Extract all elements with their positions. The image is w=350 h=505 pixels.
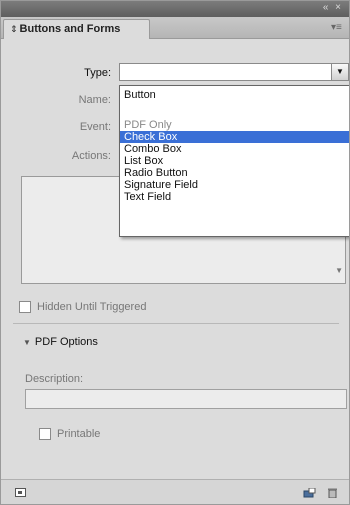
- pdf-options-header[interactable]: ▼ PDF Options: [23, 336, 98, 348]
- pdf-options-title: PDF Options: [34, 336, 98, 348]
- panel-menu-icon[interactable]: ▾≡: [331, 22, 343, 33]
- dropdown-item-text-field[interactable]: Text Field: [120, 191, 349, 203]
- window-controls[interactable]: « ×: [323, 2, 343, 13]
- description-label: Description:: [25, 373, 84, 385]
- dropdown-item-check-box[interactable]: Check Box: [120, 131, 349, 143]
- printable-label: Printable: [57, 428, 101, 440]
- panel-title-bar[interactable]: « ×: [1, 1, 349, 17]
- divider: [13, 323, 339, 324]
- name-label: Name:: [78, 94, 111, 106]
- preview-icon[interactable]: [15, 488, 26, 498]
- type-dropdown-list[interactable]: Button PDF Only Check Box Combo Box List…: [119, 85, 349, 237]
- printable-checkbox[interactable]: [39, 428, 51, 440]
- disclosure-triangle-icon[interactable]: ▼: [23, 338, 31, 347]
- event-label: Event:: [79, 121, 111, 133]
- dropdown-item-radio-button[interactable]: Radio Button: [120, 167, 349, 179]
- dropdown-item-signature-field[interactable]: Signature Field: [120, 179, 349, 191]
- hidden-until-triggered-checkbox[interactable]: [19, 301, 31, 313]
- buttons-and-forms-panel: « × ⇕ Buttons and Forms ▾≡ Type: ▼ Name: …: [0, 0, 350, 505]
- panel-footer: [1, 479, 349, 504]
- scroll-down-icon[interactable]: ▼: [335, 266, 343, 275]
- trash-icon[interactable]: [327, 488, 338, 498]
- dropdown-item-combo-box[interactable]: Combo Box: [120, 143, 349, 155]
- type-select[interactable]: ▼: [119, 63, 349, 81]
- type-value: [120, 66, 124, 78]
- tab-buttons-and-forms[interactable]: ⇕ Buttons and Forms: [3, 19, 150, 39]
- dropdown-arrow-icon[interactable]: ▼: [331, 64, 348, 80]
- description-field[interactable]: [25, 389, 347, 409]
- dropdown-item-button[interactable]: Button: [120, 89, 349, 101]
- collapse-icon[interactable]: ⇕: [10, 24, 18, 34]
- tab-label: Buttons and Forms: [19, 23, 121, 35]
- new-button-icon[interactable]: [303, 488, 317, 498]
- actions-label: Actions:: [71, 150, 111, 162]
- hidden-until-triggered-label: Hidden Until Triggered: [37, 301, 147, 313]
- type-label: Type:: [84, 67, 111, 79]
- dropdown-item-pdf-only: PDF Only: [124, 119, 172, 131]
- tab-row: ⇕ Buttons and Forms ▾≡: [1, 17, 349, 39]
- dropdown-item-list-box[interactable]: List Box: [120, 155, 349, 167]
